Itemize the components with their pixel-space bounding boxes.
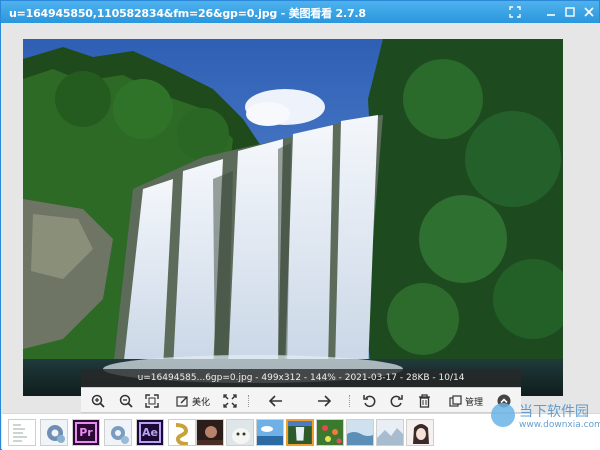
beautify-label: 美化 <box>191 397 210 408</box>
window-title: u=164945850,110582834&fm=26&gp=0.jpg - 美… <box>9 7 366 20</box>
thumbnail-gear-app-2[interactable] <box>104 419 132 446</box>
thumbnail-photo-dark[interactable] <box>196 419 224 446</box>
thumbnail-photo-anime[interactable] <box>406 419 434 446</box>
thumbnail-photo-water[interactable] <box>346 419 374 446</box>
trash-icon[interactable] <box>415 392 433 410</box>
thumbnail-aftereffects[interactable]: Ae <box>136 419 164 446</box>
rotate-left-icon[interactable] <box>361 392 379 410</box>
viewer-toolbar: 美化 管理 <box>81 387 521 413</box>
arrow-left-icon[interactable] <box>267 392 285 410</box>
watermark-url: www.downxia.com <box>519 420 600 430</box>
minimize-icon[interactable] <box>543 4 559 20</box>
thumbnail-photo-falls-selected[interactable] <box>286 419 314 446</box>
zoom-out-icon[interactable] <box>117 392 135 410</box>
thumbnail-pr-label: Pr <box>75 422 97 443</box>
site-watermark: 当下软件园 www.downxia.com <box>491 399 600 435</box>
thumbnail-ae-label: Ae <box>139 422 161 443</box>
fit-window-icon[interactable] <box>143 392 161 410</box>
toolbar-separator <box>349 395 350 407</box>
zoom-in-icon[interactable] <box>89 392 107 410</box>
rotate-right-icon[interactable] <box>387 392 405 410</box>
watermark-logo-icon <box>491 403 515 427</box>
displayed-photo[interactable] <box>23 39 563 396</box>
thumbnail-photo-snow[interactable] <box>376 419 404 446</box>
folder-icon <box>449 394 462 407</box>
image-viewer-window: u=164945850,110582834&fm=26&gp=0.jpg - 美… <box>0 0 600 450</box>
fullscreen-icon[interactable] <box>221 392 239 410</box>
arrow-right-icon[interactable] <box>315 392 333 410</box>
thumbnail-doc[interactable] <box>8 419 36 446</box>
image-info-bar: u=16494585...6gp=0.jpg - 499x312 - 144% … <box>81 369 521 387</box>
thumbnail-photo-flowers[interactable] <box>316 419 344 446</box>
toolbar-separator <box>248 395 249 407</box>
thumbnail-gear-app[interactable] <box>40 419 68 446</box>
title-bar[interactable]: u=164945850,110582834&fm=26&gp=0.jpg - 美… <box>1 1 599 23</box>
thumbnail-photo-cat[interactable] <box>226 419 254 446</box>
manage-button[interactable]: 管理 <box>445 392 487 410</box>
close-icon[interactable] <box>581 4 597 20</box>
edit-icon <box>176 395 188 407</box>
watermark-text: 当下软件园 <box>519 404 589 420</box>
beautify-button[interactable]: 美化 <box>173 392 213 410</box>
thumbnail-scroll[interactable] <box>168 419 196 446</box>
maximize-icon[interactable] <box>562 4 578 20</box>
manage-label: 管理 <box>464 397 483 408</box>
fullscreen-window-icon[interactable] <box>507 4 523 20</box>
thumbnail-photo-sky[interactable] <box>256 419 284 446</box>
thumbnail-premiere[interactable]: Pr <box>72 419 100 446</box>
